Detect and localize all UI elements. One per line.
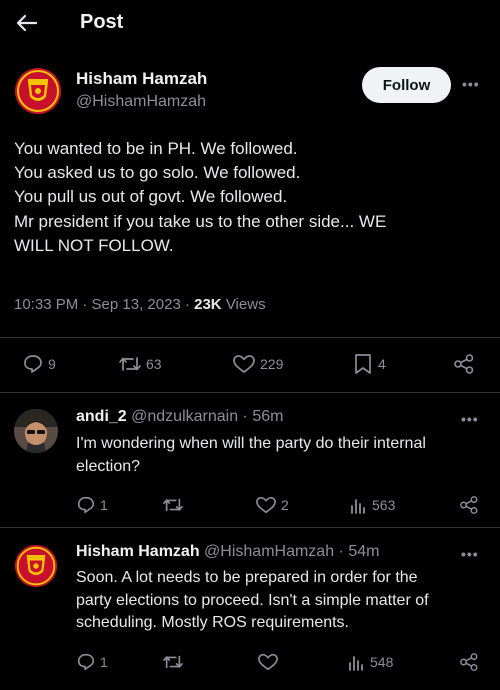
- avatar[interactable]: [14, 544, 58, 588]
- like-button[interactable]: [257, 652, 283, 672]
- back-arrow-icon[interactable]: [12, 8, 42, 38]
- reply-count: 9: [48, 356, 56, 372]
- more-options-icon[interactable]: •••: [462, 76, 480, 92]
- page-title: Post: [80, 11, 124, 33]
- reply-author-handle[interactable]: @HishamHamzah · 54m: [204, 543, 379, 560]
- follow-button[interactable]: Follow: [362, 67, 451, 103]
- more-options-icon[interactable]: •••: [461, 411, 479, 427]
- share-button[interactable]: [459, 652, 479, 672]
- reply-button[interactable]: 9: [22, 353, 56, 375]
- views-count: 23K: [194, 296, 222, 313]
- bookmark-count: 4: [378, 356, 386, 372]
- like-count: 229: [260, 356, 284, 372]
- views-button[interactable]: 563: [348, 495, 395, 515]
- views-count: 548: [370, 654, 394, 670]
- author-handle[interactable]: @HishamHamzah: [76, 93, 206, 111]
- repost-button[interactable]: 63: [118, 353, 162, 375]
- post-header: Hisham Hamzah @HishamHamzah Follow: [14, 67, 486, 117]
- views-icon: [349, 656, 363, 671]
- reply-line: party elections to proceed. Isn't a simp…: [76, 591, 429, 609]
- reply-header: andi_2 @ndzulkarnain · 56m: [76, 408, 283, 426]
- bookmark-icon: [355, 354, 371, 374]
- like-button[interactable]: 2: [255, 495, 289, 515]
- post-meta: 10:33 PM · Sep 13, 2023 · 23K Views: [14, 296, 266, 313]
- share-button[interactable]: [453, 353, 475, 375]
- club-crest-logo: [15, 68, 61, 114]
- reply-count: 1: [100, 654, 108, 670]
- repost-icon: [119, 357, 141, 371]
- like-count: 2: [281, 497, 289, 513]
- reply-count: 1: [100, 497, 108, 513]
- avatar[interactable]: [14, 409, 58, 453]
- reply-line: I'm wondering when will the party do the…: [76, 435, 426, 452]
- reply-button[interactable]: 1: [76, 495, 108, 515]
- more-options-icon[interactable]: •••: [461, 546, 479, 562]
- views-button[interactable]: 548: [346, 652, 393, 672]
- user-photo: [14, 409, 58, 453]
- share-icon: [460, 653, 478, 671]
- post-body: You wanted to be in PH. We followed. You…: [14, 137, 486, 258]
- club-crest-logo: [14, 544, 58, 588]
- bookmark-button[interactable]: 4: [352, 353, 386, 375]
- reply-icon: [77, 496, 95, 514]
- reply-author-name[interactable]: Hisham Hamzah: [76, 543, 200, 560]
- post-line: You asked us to go solo. We followed.: [14, 163, 301, 183]
- views-count: 563: [372, 497, 396, 513]
- share-button[interactable]: [459, 495, 479, 515]
- like-icon: [258, 653, 278, 671]
- reply-icon: [24, 355, 42, 373]
- share-icon: [454, 354, 474, 374]
- views-label: Views: [221, 296, 266, 313]
- post-line: You pull us out of govt. We followed.: [14, 187, 288, 207]
- repost-button[interactable]: [162, 495, 188, 515]
- like-icon: [256, 496, 276, 514]
- reply-header: Hisham Hamzah @HishamHamzah · 54m: [76, 543, 379, 561]
- reply-item[interactable]: andi_2 @ndzulkarnain · 56m ••• I'm wonde…: [0, 393, 500, 527]
- author-name[interactable]: Hisham Hamzah: [76, 69, 207, 89]
- reply-body: Soon. A lot needs to be prepared in orde…: [76, 567, 486, 635]
- like-button[interactable]: 229: [232, 353, 283, 375]
- post-line: Mr president if you take us to the other…: [14, 211, 387, 231]
- reply-body: I'm wondering when will the party do the…: [76, 433, 486, 478]
- reply-line: Soon. A lot needs to be prepared in orde…: [76, 569, 418, 586]
- reply-icon: [77, 653, 95, 671]
- repost-icon: [163, 498, 183, 512]
- repost-icon: [163, 655, 183, 669]
- post-line: WILL NOT FOLLOW.: [14, 235, 174, 255]
- reply-author-handle[interactable]: @ndzulkarnain · 56m: [131, 408, 283, 425]
- repost-button[interactable]: [162, 652, 188, 672]
- reply-item[interactable]: Hisham Hamzah @HishamHamzah · 54m ••• So…: [0, 528, 500, 690]
- like-icon: [233, 355, 255, 373]
- share-icon: [460, 496, 478, 514]
- avatar[interactable]: [14, 67, 62, 115]
- post-timestamp[interactable]: 10:33 PM · Sep 13, 2023 ·: [14, 296, 194, 313]
- reply-line: scheduling. Mostly ROS requirements.: [76, 614, 349, 631]
- repost-count: 63: [146, 356, 162, 372]
- reply-button[interactable]: 1: [76, 652, 108, 672]
- reply-author-name[interactable]: andi_2: [76, 408, 127, 425]
- reply-line: election?: [76, 457, 141, 475]
- top-bar: Post: [0, 0, 500, 46]
- divider: [0, 337, 500, 338]
- post-line: You wanted to be in PH. We followed.: [14, 139, 298, 158]
- views-icon: [351, 499, 365, 514]
